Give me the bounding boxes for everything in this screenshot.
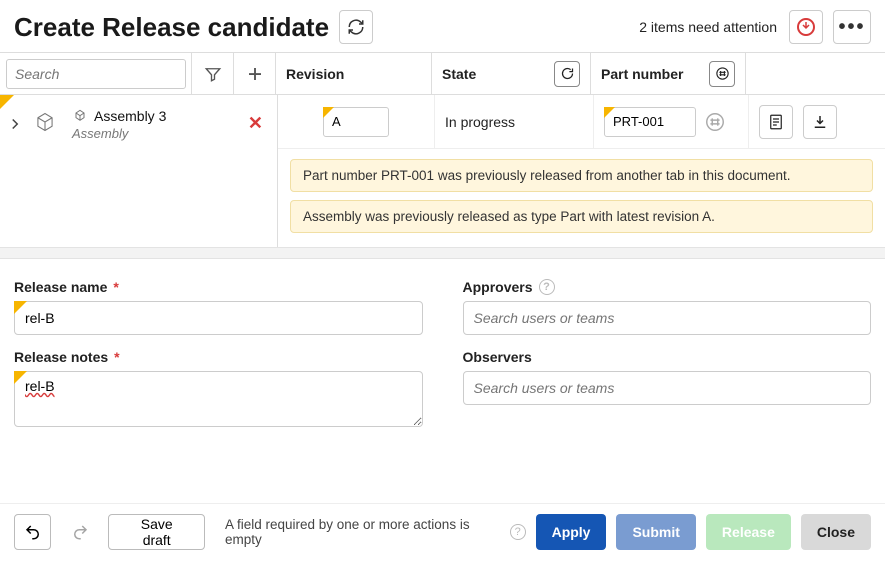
chevron-right-icon (6, 115, 24, 133)
plus-icon (246, 65, 264, 83)
observers-label: Observers (463, 349, 872, 365)
search-input[interactable] (6, 59, 186, 89)
toolbar: Revision State Part number (0, 53, 885, 95)
refresh-button[interactable] (339, 10, 373, 44)
warnings-area: Part number PRT-001 was previously relea… (278, 149, 885, 247)
observers-input[interactable] (463, 371, 872, 405)
apply-button[interactable]: Apply (536, 514, 607, 550)
alert-icon (797, 18, 815, 36)
details-button[interactable] (759, 105, 793, 139)
warning-banner: Assembly was previously released as type… (290, 200, 873, 233)
modified-indicator-icon (0, 95, 14, 109)
remove-item-button[interactable]: ✕ (248, 113, 269, 134)
tree-item-subtitle: Assembly (72, 126, 248, 141)
state-cell: In progress (434, 95, 593, 148)
save-draft-button[interactable]: Save draft (108, 514, 204, 550)
help-icon[interactable]: ? (510, 524, 526, 540)
assembly-icon (28, 105, 62, 142)
column-header-actions (745, 53, 885, 94)
undo-icon (24, 523, 42, 541)
content-area: Assembly 3 Assembly ✕ In progress (0, 95, 885, 247)
page-title: Create Release candidate (14, 12, 329, 43)
hash-icon[interactable] (704, 111, 726, 133)
part-number-generate-button[interactable] (709, 61, 735, 87)
column-header-state: State (431, 53, 590, 94)
download-icon (811, 113, 829, 131)
submit-button: Submit (616, 514, 695, 550)
filter-button[interactable] (191, 53, 233, 94)
right-panel: In progress Part number PRT-001 was prev… (278, 95, 885, 247)
expand-toggle[interactable] (6, 115, 24, 133)
tree-item[interactable]: Assembly 3 Assembly ✕ (0, 95, 277, 152)
validation-message: A field required by one or more actions … (225, 517, 526, 547)
column-header-part-number: Part number (590, 53, 745, 94)
more-menu-button[interactable]: ••• (833, 10, 871, 44)
title-bar: Create Release candidate 2 items need at… (0, 0, 885, 52)
help-icon[interactable]: ? (539, 279, 555, 295)
tree-item-title: Assembly 3 (72, 107, 248, 126)
approvers-input[interactable] (463, 301, 872, 335)
attention-text: 2 items need attention (639, 19, 777, 35)
approvers-label: Approvers ? (463, 279, 872, 295)
hash-icon (715, 66, 730, 81)
add-button[interactable] (233, 53, 275, 94)
release-name-label: Release name* (14, 279, 423, 295)
form-area: Release name* Release notes* Approvers ?… (0, 259, 885, 440)
document-icon (767, 113, 785, 131)
revision-input[interactable] (323, 107, 389, 137)
release-button: Release (706, 514, 791, 550)
release-notes-textarea[interactable] (14, 371, 423, 427)
footer: Save draft A field required by one or mo… (0, 503, 885, 564)
item-tree-panel: Assembly 3 Assembly ✕ (0, 95, 278, 247)
section-divider (0, 247, 885, 259)
ellipsis-icon: ••• (838, 16, 865, 39)
warning-banner: Part number PRT-001 was previously relea… (290, 159, 873, 192)
redo-icon (71, 523, 89, 541)
data-row: In progress (278, 95, 885, 149)
filter-icon (204, 65, 222, 83)
refresh-state-button[interactable] (554, 61, 580, 87)
attention-indicator-button[interactable] (789, 10, 823, 44)
column-header-revision: Revision (275, 53, 431, 94)
mini-assembly-icon (72, 107, 88, 126)
undo-button[interactable] (14, 514, 51, 550)
release-name-input[interactable] (14, 301, 423, 335)
release-notes-label: Release notes* (14, 349, 423, 365)
close-button[interactable]: Close (801, 514, 871, 550)
cycle-icon (560, 66, 575, 81)
redo-button (61, 514, 98, 550)
part-number-input[interactable] (604, 107, 696, 137)
download-button[interactable] (803, 105, 837, 139)
